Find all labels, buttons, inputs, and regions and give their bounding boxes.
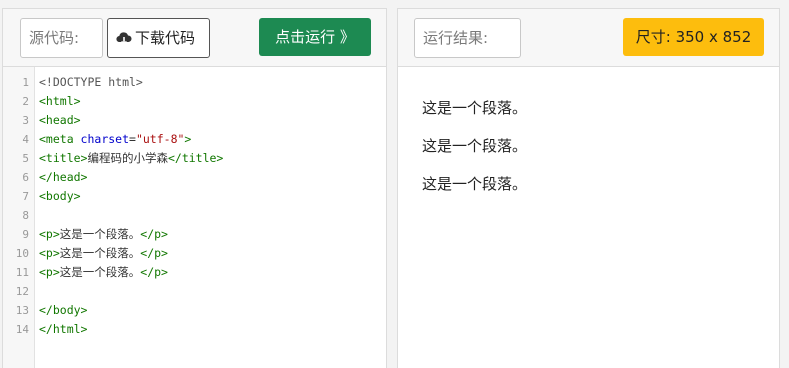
line-number: 8 xyxy=(22,209,29,222)
code-text: <p>这是一个段落。</p> xyxy=(39,263,168,282)
code-line: 7 <body> xyxy=(3,187,386,206)
run-result-label: 运行结果: xyxy=(414,18,521,58)
result-paragraph: 这是一个段落。 xyxy=(422,137,528,155)
line-number: 7 xyxy=(22,190,29,203)
result-panel: 运行结果: 尺寸: 350 x 852 这是一个段落。 这是一个段落。 这是一个… xyxy=(397,8,780,368)
line-number: 11 xyxy=(15,266,29,279)
code-token: <head> xyxy=(39,113,81,127)
code-text: </body> xyxy=(39,301,87,320)
code-token: <meta xyxy=(39,132,81,146)
source-code-label: 源代码: xyxy=(20,18,103,58)
code-text: <body> xyxy=(39,187,81,206)
code-token: charset xyxy=(80,132,130,146)
result-preview: 这是一个段落。 这是一个段落。 这是一个段落。 xyxy=(398,67,779,368)
code-line: 1 <!DOCTYPE html> xyxy=(3,73,386,92)
code-line: 4 <meta charset="utf-8"> xyxy=(3,130,386,149)
code-line: 12 xyxy=(3,282,386,301)
cloud-download-icon xyxy=(116,32,132,46)
line-number: 5 xyxy=(22,152,29,165)
code-text: <html> xyxy=(39,92,81,111)
code-line: 13 </body> xyxy=(3,301,386,320)
code-line: 6 </head> xyxy=(3,168,386,187)
code-token: 这是一个段落。 xyxy=(59,227,141,241)
code-token: 这是一个段落。 xyxy=(59,246,141,260)
line-number: 14 xyxy=(15,323,29,336)
code-lines: 1 <!DOCTYPE html> 2 <html> 3 <head> 4 <meta cha… xyxy=(3,73,386,339)
code-line: 10 <p>这是一个段落。</p> xyxy=(3,244,386,263)
code-token: <!DOCTYPE html> xyxy=(39,75,143,89)
code-token: </p> xyxy=(140,246,168,260)
code-token: <body> xyxy=(39,189,81,203)
code-line: 11 <p>这是一个段落。</p> xyxy=(3,263,386,282)
code-text: <p>这是一个段落。</p> xyxy=(39,225,168,244)
result-paragraph: 这是一个段落。 xyxy=(422,175,528,193)
code-text: <meta charset="utf-8"> xyxy=(39,130,191,149)
line-number: 9 xyxy=(22,228,29,241)
code-text: </head> xyxy=(39,168,87,187)
code-text: <!DOCTYPE html> xyxy=(39,73,143,92)
code-token: <html> xyxy=(39,94,81,108)
line-number: 1 xyxy=(22,76,29,89)
line-number: 13 xyxy=(15,304,29,317)
code-token: </body> xyxy=(39,303,88,317)
download-code-label: 下载代码 xyxy=(135,29,196,47)
result-paragraph: 这是一个段落。 xyxy=(422,99,528,117)
code-token: <p> xyxy=(39,227,60,241)
code-text: <title>编程码的小学森</title> xyxy=(39,149,223,168)
code-editor[interactable]: 1 <!DOCTYPE html> 2 <html> 3 <head> 4 <meta cha… xyxy=(3,67,386,368)
editor-toolbar: 源代码: 下载代码 点击运行 》 xyxy=(3,9,386,67)
code-line: 3 <head> xyxy=(3,111,386,130)
code-token: = xyxy=(129,132,136,146)
code-token: </title> xyxy=(167,151,224,165)
run-button[interactable]: 点击运行 》 xyxy=(259,18,371,56)
code-text: <p>这是一个段落。</p> xyxy=(39,244,168,263)
code-text: <head> xyxy=(39,111,81,130)
code-token: </p> xyxy=(140,265,168,279)
code-token: <title> xyxy=(39,151,88,165)
code-line: 8 xyxy=(3,206,386,225)
line-number: 3 xyxy=(22,114,29,127)
line-number: 6 xyxy=(22,171,29,184)
code-line: 5 <title>编程码的小学森</title> xyxy=(3,149,386,168)
code-line: 2 <html> xyxy=(3,92,386,111)
code-text: </html> xyxy=(39,320,87,339)
line-number: 4 xyxy=(22,133,29,146)
code-token: <p> xyxy=(39,246,60,260)
code-token: </p> xyxy=(140,227,168,241)
code-token: <p> xyxy=(39,265,60,279)
code-token: 编程码的小学森 xyxy=(87,151,168,165)
code-token: </html> xyxy=(39,322,88,336)
download-code-button[interactable]: 下载代码 xyxy=(107,18,210,58)
code-editor-panel: 源代码: 下载代码 点击运行 》 1 <!DOCTYPE html> 2 <html>… xyxy=(2,8,387,368)
line-number: 12 xyxy=(15,285,29,298)
code-token: "utf-8" xyxy=(135,132,185,146)
result-toolbar: 运行结果: 尺寸: 350 x 852 xyxy=(398,9,779,67)
code-token: </head> xyxy=(39,170,88,184)
code-token: 这是一个段落。 xyxy=(59,265,141,279)
line-number: 10 xyxy=(15,247,29,260)
code-line: 9 <p>这是一个段落。</p> xyxy=(3,225,386,244)
line-number: 2 xyxy=(22,95,29,108)
code-line: 14 </html> xyxy=(3,320,386,339)
code-token: > xyxy=(184,132,192,146)
size-badge: 尺寸: 350 x 852 xyxy=(623,18,764,56)
